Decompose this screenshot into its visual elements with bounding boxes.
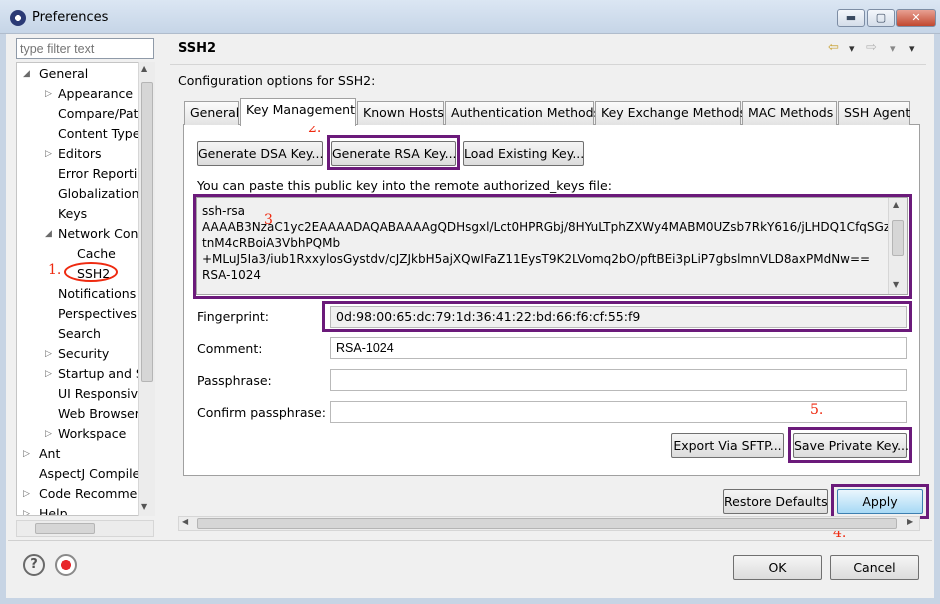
footer-divider bbox=[8, 540, 932, 541]
maximize-button[interactable]: ▢ bbox=[867, 9, 895, 27]
annotation-5: 5. bbox=[810, 402, 824, 418]
expand-icon[interactable]: ▷ bbox=[23, 449, 30, 459]
annotation-1: 1. bbox=[48, 262, 62, 278]
tab-known-hosts[interactable]: Known Hosts bbox=[357, 101, 444, 125]
tree-item-code-recommenders[interactable]: Code Recommenders bbox=[39, 486, 153, 501]
load-existing-key-button[interactable]: Load Existing Key... bbox=[463, 141, 584, 166]
expand-icon[interactable]: ▷ bbox=[45, 369, 52, 379]
tab-panel-key-management bbox=[183, 124, 920, 476]
tab-mac-methods[interactable]: MAC Methods bbox=[742, 101, 837, 125]
ok-button[interactable]: OK bbox=[733, 555, 822, 580]
eclipse-icon bbox=[10, 10, 26, 26]
chevron-down-icon[interactable]: ▾ bbox=[849, 42, 855, 55]
cancel-button[interactable]: Cancel bbox=[830, 555, 919, 580]
tree-item-content-types[interactable]: Content Types bbox=[58, 126, 147, 141]
preference-tree: ◢ General ▷ Appearance Compare/Patch Con… bbox=[16, 62, 154, 516]
tree-item-keys[interactable]: Keys bbox=[58, 206, 87, 221]
tab-general[interactable]: General bbox=[184, 101, 239, 125]
tree-item-cache[interactable]: Cache bbox=[77, 246, 116, 261]
page-title: SSH2 bbox=[178, 41, 217, 56]
generate-dsa-key-button[interactable]: Generate DSA Key... bbox=[197, 141, 323, 166]
page-horizontal-scrollbar[interactable]: ◀ ▶ bbox=[178, 516, 920, 531]
tab-authentication-methods[interactable]: Authentication Methods bbox=[445, 101, 600, 125]
ssh2-highlight-circle bbox=[64, 262, 118, 282]
tree-item-perspectives[interactable]: Perspectives bbox=[58, 306, 137, 321]
comment-label: Comment: bbox=[197, 341, 263, 356]
chevron-down-icon[interactable]: ▾ bbox=[890, 42, 896, 55]
tree-vertical-scrollbar[interactable]: ▲ ▼ bbox=[138, 62, 155, 516]
window-title: Preferences bbox=[32, 10, 109, 25]
tree-item-globalization[interactable]: Globalization bbox=[58, 186, 140, 201]
collapse-icon[interactable]: ◢ bbox=[23, 69, 30, 79]
forward-icon[interactable]: ⇨ bbox=[866, 40, 877, 55]
public-key-label: You can paste this public key into the r… bbox=[197, 178, 612, 193]
tree-item-appearance[interactable]: Appearance bbox=[58, 86, 133, 101]
close-window-button[interactable]: ✕ bbox=[896, 9, 936, 27]
view-menu-icon[interactable]: ▾ bbox=[909, 42, 915, 55]
tree-item-notifications[interactable]: Notifications bbox=[58, 286, 136, 301]
header-divider bbox=[170, 64, 926, 65]
highlight-box-fingerprint bbox=[322, 301, 912, 332]
tree-item-aspectj[interactable]: AspectJ Compiler bbox=[39, 466, 145, 481]
restore-defaults-button[interactable]: Restore Defaults bbox=[723, 489, 828, 514]
expand-icon[interactable]: ▷ bbox=[45, 349, 52, 359]
tree-item-workspace[interactable]: Workspace bbox=[58, 426, 126, 441]
expand-icon[interactable]: ▷ bbox=[45, 89, 52, 99]
tree-item-help[interactable]: Help bbox=[39, 506, 68, 515]
collapse-icon[interactable]: ◢ bbox=[45, 229, 52, 239]
passphrase-field[interactable] bbox=[330, 369, 907, 391]
tab-key-exchange-methods[interactable]: Key Exchange Methods bbox=[595, 101, 746, 125]
highlight-box-public-key bbox=[193, 194, 912, 299]
highlight-box-apply bbox=[831, 484, 929, 519]
expand-icon[interactable]: ▷ bbox=[45, 429, 52, 439]
config-description: Configuration options for SSH2: bbox=[178, 73, 376, 88]
fingerprint-label: Fingerprint: bbox=[197, 309, 270, 324]
tree-item-web-browser[interactable]: Web Browser bbox=[58, 406, 140, 421]
record-macro-icon[interactable] bbox=[55, 554, 77, 576]
tree-item-general[interactable]: General bbox=[39, 66, 88, 81]
tab-ssh-agent[interactable]: SSH Agent bbox=[838, 101, 910, 125]
tree-horizontal-scrollbar[interactable] bbox=[16, 520, 154, 537]
passphrase-label: Passphrase: bbox=[197, 373, 272, 388]
tree-item-security[interactable]: Security bbox=[58, 346, 109, 361]
help-icon[interactable]: ? bbox=[23, 554, 45, 576]
title-bar bbox=[0, 0, 940, 34]
expand-icon[interactable]: ▷ bbox=[45, 149, 52, 159]
expand-icon[interactable]: ▷ bbox=[23, 509, 30, 515]
minimize-button[interactable]: ▬ bbox=[837, 9, 865, 27]
expand-icon[interactable]: ▷ bbox=[23, 489, 30, 499]
tab-key-management[interactable]: Key Management bbox=[240, 98, 356, 126]
filter-input[interactable] bbox=[16, 38, 154, 59]
highlight-box-rsa bbox=[327, 135, 460, 170]
tree-item-editors[interactable]: Editors bbox=[58, 146, 102, 161]
highlight-box-save-key bbox=[788, 427, 912, 463]
confirm-passphrase-label: Confirm passphrase: bbox=[197, 405, 326, 420]
back-icon[interactable]: ⇦ bbox=[828, 40, 839, 55]
tree-item-ant[interactable]: Ant bbox=[39, 446, 60, 461]
export-via-sftp-button[interactable]: Export Via SFTP... bbox=[671, 433, 784, 458]
comment-field[interactable] bbox=[330, 337, 907, 359]
annotation-3: 3 bbox=[264, 212, 273, 228]
tree-item-search[interactable]: Search bbox=[58, 326, 101, 341]
